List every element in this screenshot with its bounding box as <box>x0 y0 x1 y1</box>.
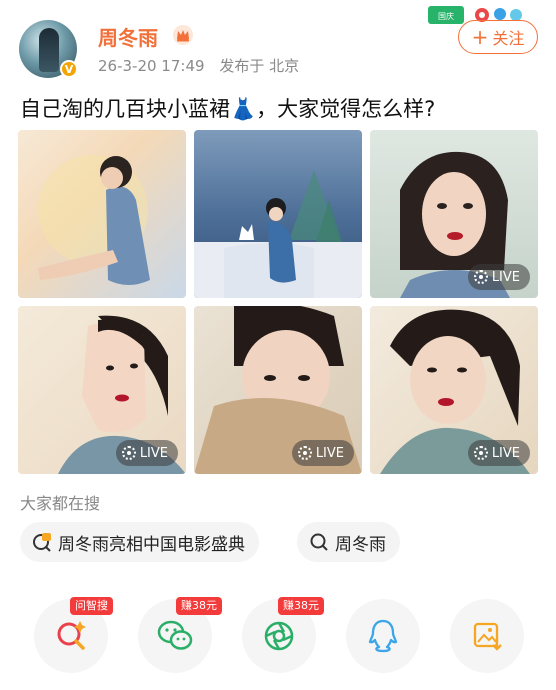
moments-button[interactable]: 赚38元 <box>242 597 324 673</box>
photo-1-art <box>38 155 150 285</box>
live-badge[interactable]: LIVE <box>467 440 530 466</box>
plus-icon: + <box>471 25 489 49</box>
live-badge[interactable]: LIVE <box>467 264 530 290</box>
live-label: LIVE <box>139 445 168 461</box>
search-icon <box>310 533 328 551</box>
live-label: LIVE <box>315 445 344 461</box>
wechat-icon <box>157 620 193 650</box>
photo-5[interactable]: LIVE <box>194 306 362 474</box>
share-badge: 问智搜 <box>70 597 113 615</box>
photo-grid: LIVE LIVE LIVE LIVE <box>18 130 538 475</box>
photo-3[interactable]: LIVE <box>370 130 538 298</box>
live-label: LIVE <box>491 445 520 461</box>
post-meta: 26-3-20 17:49 发布于 北京 <box>98 55 309 76</box>
author-name[interactable]: 周冬雨 <box>98 22 158 51</box>
qq-icon <box>368 619 398 653</box>
live-icon <box>473 446 488 460</box>
photo-4[interactable]: LIVE <box>18 306 186 474</box>
promo-text: 国庆 <box>438 11 454 21</box>
share-row: 问智搜 赚38元 赚38元 <box>0 595 556 675</box>
hot-search-icon <box>33 533 51 552</box>
live-label: LIVE <box>491 269 520 285</box>
photo-6[interactable]: LIVE <box>370 306 538 474</box>
search-heading: 大家都在搜 <box>20 494 101 513</box>
ask-ai-button[interactable]: 问智搜 <box>34 597 113 673</box>
live-badge[interactable]: LIVE <box>291 440 354 466</box>
search-chip[interactable]: 周冬雨 <box>297 522 400 562</box>
save-image-icon <box>473 622 502 651</box>
ask-ai-icon <box>57 621 86 650</box>
post-header: V 周冬雨 26-3-20 17:49 发布于 北京 国庆 + 关注 <box>0 0 556 90</box>
moments-icon <box>264 621 294 651</box>
wechat-button[interactable]: 赚38元 <box>138 597 222 673</box>
verified-icon: V <box>60 60 78 78</box>
follow-button[interactable]: + 关注 <box>458 20 538 54</box>
save-image-button[interactable] <box>450 599 524 673</box>
live-icon <box>473 270 488 284</box>
qq-button[interactable] <box>346 599 420 673</box>
photo-2[interactable] <box>194 130 362 298</box>
avatar-figure <box>39 28 59 72</box>
share-badge: 赚38元 <box>278 597 324 615</box>
photo-2-art <box>194 170 362 298</box>
hot-search-chip[interactable]: 周冬雨亮相中国电影盛典 <box>20 522 259 562</box>
live-badge[interactable]: LIVE <box>115 440 178 466</box>
post-time: 26-3-20 17:49 <box>98 57 205 75</box>
crown-icon <box>173 25 193 45</box>
live-icon <box>297 446 312 460</box>
post-location: 发布于 北京 <box>219 57 300 75</box>
share-badge: 赚38元 <box>176 597 222 615</box>
follow-label: 关注 <box>492 29 525 48</box>
live-icon <box>121 446 136 460</box>
search-label: 周冬雨 <box>335 534 386 555</box>
post-text: 自己淘的几百块小蓝裙👗，大家觉得怎么样? <box>20 97 436 121</box>
hot-search-label: 周冬雨亮相中国电影盛典 <box>58 534 245 555</box>
photo-1[interactable] <box>18 130 186 298</box>
